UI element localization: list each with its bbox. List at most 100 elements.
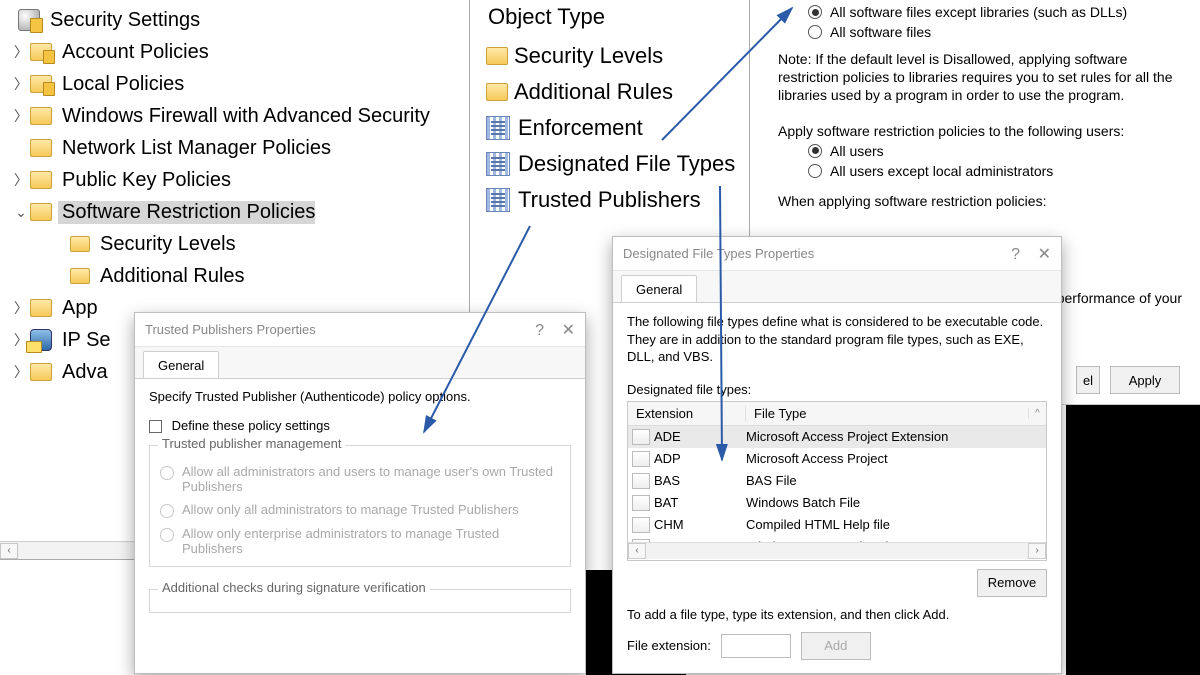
cancel-button[interactable]: el bbox=[1076, 366, 1100, 394]
folder-icon bbox=[30, 171, 52, 189]
folder-icon bbox=[30, 139, 52, 157]
chevron-right-icon[interactable]: 〉 bbox=[12, 74, 30, 94]
chevron-right-icon[interactable]: 〉 bbox=[12, 362, 30, 382]
close-icon[interactable]: ✕ bbox=[1038, 246, 1051, 263]
radio-icon bbox=[808, 164, 822, 178]
col-file-type[interactable]: File Type bbox=[746, 406, 1028, 421]
radio-except-libraries[interactable]: All software files except libraries (suc… bbox=[808, 4, 1180, 20]
when-applying-label: When applying software restriction polic… bbox=[778, 193, 1180, 209]
object-item-designated-file-types[interactable]: Designated File Types bbox=[480, 146, 749, 182]
tree-item-label: Security Levels bbox=[96, 233, 236, 256]
object-item-security-levels[interactable]: Security Levels bbox=[480, 38, 749, 74]
radio-except-admins[interactable]: All users except local administrators bbox=[808, 163, 1180, 179]
tree-item-software-restriction[interactable]: ⌄ Software Restriction Policies bbox=[0, 196, 469, 228]
define-policy-checkbox-row[interactable]: Define these policy settings bbox=[149, 418, 571, 433]
cell-type: BAS File bbox=[746, 473, 1046, 488]
truncated-text: performance of your bbox=[1057, 290, 1182, 306]
tree-item-label: Network List Manager Policies bbox=[58, 137, 331, 160]
tab-general[interactable]: General bbox=[143, 351, 219, 378]
cell-ext: ADE bbox=[654, 429, 746, 444]
list-horizontal-scroll[interactable]: ‹ › bbox=[628, 542, 1046, 560]
scroll-up-icon[interactable]: ^ bbox=[1028, 408, 1046, 419]
policy-icon bbox=[486, 188, 510, 212]
scroll-left-button[interactable]: ‹ bbox=[628, 543, 646, 559]
table-row[interactable]: ADE Microsoft Access Project Extension bbox=[628, 426, 1046, 448]
object-item-label: Trusted Publishers bbox=[518, 187, 701, 213]
tree-item-label: Public Key Policies bbox=[58, 169, 231, 192]
policy-icon bbox=[486, 152, 510, 176]
folder-icon bbox=[70, 268, 90, 284]
remove-button[interactable]: Remove bbox=[977, 569, 1047, 597]
scroll-left-button[interactable]: ‹ bbox=[0, 543, 18, 559]
folder-icon bbox=[30, 299, 52, 317]
cell-ext: ADP bbox=[654, 451, 746, 466]
cell-ext: BAT bbox=[654, 495, 746, 510]
add-button[interactable]: Add bbox=[801, 632, 871, 660]
close-icon[interactable]: ✕ bbox=[562, 322, 575, 339]
radio-label: All users bbox=[830, 143, 884, 159]
tree-item-security-levels[interactable]: Security Levels bbox=[0, 228, 469, 260]
radio-label: Allow all administrators and users to ma… bbox=[182, 464, 560, 494]
table-row[interactable]: ADP Microsoft Access Project bbox=[628, 448, 1046, 470]
chevron-right-icon[interactable]: 〉 bbox=[12, 42, 30, 62]
help-icon[interactable]: ? bbox=[535, 322, 544, 339]
tree-item-label: Software Restriction Policies bbox=[58, 201, 315, 224]
add-help-text: To add a file type, type its extension, … bbox=[627, 607, 1047, 622]
designated-file-types-list[interactable]: Extension File Type ^ ADE Microsoft Acce… bbox=[627, 401, 1047, 561]
checkbox-icon[interactable] bbox=[149, 420, 162, 433]
cell-type: Microsoft Access Project Extension bbox=[746, 429, 1046, 444]
radio-icon bbox=[808, 144, 822, 158]
table-row[interactable]: BAS BAS File bbox=[628, 470, 1046, 492]
tree-root[interactable]: Security Settings bbox=[0, 4, 469, 36]
background-shadow bbox=[1066, 405, 1200, 675]
dialog-titlebar[interactable]: Designated File Types Properties ? ✕ bbox=[613, 237, 1061, 271]
table-row[interactable]: BAT Windows Batch File bbox=[628, 492, 1046, 514]
file-icon bbox=[632, 495, 650, 511]
radio-only-enterprise-admins: Allow only enterprise administrators to … bbox=[160, 526, 560, 556]
radio-label: Allow only enterprise administrators to … bbox=[182, 526, 560, 556]
trusted-publishers-dialog: Trusted Publishers Properties ? ✕ Genera… bbox=[134, 312, 586, 674]
dialog-titlebar[interactable]: Trusted Publishers Properties ? ✕ bbox=[135, 313, 585, 347]
table-row[interactable]: CHM Compiled HTML Help file bbox=[628, 514, 1046, 536]
chevron-right-icon[interactable]: 〉 bbox=[12, 298, 30, 318]
help-icon[interactable]: ? bbox=[1011, 246, 1020, 263]
designated-file-types-dialog: Designated File Types Properties ? ✕ Gen… bbox=[612, 236, 1062, 674]
radio-all-software[interactable]: All software files bbox=[808, 24, 1180, 40]
apply-button[interactable]: Apply bbox=[1110, 366, 1180, 394]
tree-item-windows-firewall[interactable]: 〉 Windows Firewall with Advanced Securit… bbox=[0, 100, 469, 132]
ipsec-icon bbox=[30, 329, 52, 351]
object-item-additional-rules[interactable]: Additional Rules bbox=[480, 74, 749, 110]
col-extension[interactable]: Extension bbox=[628, 406, 746, 421]
file-icon bbox=[632, 473, 650, 489]
tab-general[interactable]: General bbox=[621, 275, 697, 302]
tree-item-public-key[interactable]: 〉 Public Key Policies bbox=[0, 164, 469, 196]
list-header[interactable]: Extension File Type ^ bbox=[628, 402, 1046, 426]
file-extension-label: File extension: bbox=[627, 638, 711, 653]
tree-item-additional-rules[interactable]: Additional Rules bbox=[0, 260, 469, 292]
tree-item-local-policies[interactable]: 〉 Local Policies bbox=[0, 68, 469, 100]
folder-icon bbox=[30, 43, 52, 61]
policy-icon bbox=[486, 116, 510, 140]
radio-icon bbox=[808, 5, 822, 19]
tree-item-network-list[interactable]: 〉 Network List Manager Policies bbox=[0, 132, 469, 164]
radio-all-users[interactable]: All users bbox=[808, 143, 1180, 159]
object-item-trusted-publishers[interactable]: Trusted Publishers bbox=[480, 182, 749, 218]
object-type-heading: Object Type bbox=[480, 0, 749, 38]
chevron-right-icon[interactable]: 〉 bbox=[12, 106, 30, 126]
dft-explain: The following file types define what is … bbox=[627, 313, 1047, 366]
enforcement-note: Note: If the default level is Disallowed… bbox=[778, 50, 1180, 105]
tab-strip: General bbox=[135, 347, 585, 379]
file-extension-input[interactable] bbox=[721, 634, 791, 658]
folder-icon bbox=[70, 236, 90, 252]
object-item-label: Enforcement bbox=[518, 115, 643, 141]
cell-ext: BAS bbox=[654, 473, 746, 488]
tree-item-label: IP Se bbox=[58, 329, 111, 352]
cell-ext: CHM bbox=[654, 517, 746, 532]
scroll-right-button[interactable]: › bbox=[1028, 543, 1046, 559]
object-item-label: Security Levels bbox=[514, 43, 663, 69]
object-item-enforcement[interactable]: Enforcement bbox=[480, 110, 749, 146]
chevron-down-icon[interactable]: ⌄ bbox=[12, 204, 30, 221]
chevron-right-icon[interactable]: 〉 bbox=[12, 170, 30, 190]
scroll-track[interactable] bbox=[646, 543, 1028, 559]
tree-item-account-policies[interactable]: 〉 Account Policies bbox=[0, 36, 469, 68]
